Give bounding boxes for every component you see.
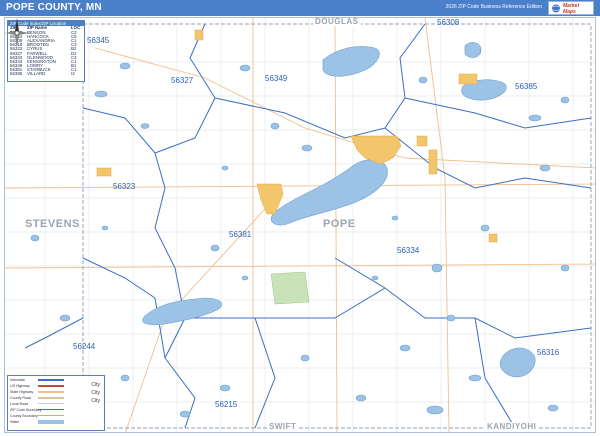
table-row: 56385 VILLARD I2	[8, 71, 84, 77]
county-label-swift: SWIFT	[267, 422, 299, 431]
zip-label-56334: 56334	[397, 246, 420, 255]
zip-label-56323: 56323	[113, 182, 136, 191]
legend-label: Interstate	[10, 378, 25, 382]
legend-swatch	[38, 403, 64, 404]
compass-rose-icon	[5, 18, 29, 48]
map-title: POPE COUNTY, MN	[6, 2, 102, 13]
zip-label-56385: 56385	[515, 82, 538, 91]
name-cell: VILLARD	[27, 71, 46, 77]
loc-cell: I2	[71, 71, 75, 77]
legend-label: Local Road	[10, 402, 29, 406]
legend-label: State Highway	[10, 390, 34, 394]
legend-swatch	[38, 385, 64, 387]
edition-note: 2026 ZIP Code Business Reference Edition	[445, 4, 542, 10]
zip-label-56244: 56244	[73, 342, 96, 351]
title-bar: POPE COUNTY, MN 2026 ZIP Code Business R…	[0, 0, 600, 16]
county-label-douglas: DOUGLAS	[313, 17, 361, 26]
county-label-pope: POPE	[323, 218, 356, 230]
county-label-kandiyohi: KANDIYOHI	[485, 422, 539, 431]
zip-label-56215: 56215	[215, 400, 238, 409]
brand-name: Market Maps	[563, 3, 580, 15]
state-park	[270, 271, 310, 305]
zip-label-56349: 56349	[265, 74, 288, 83]
zip-label-56316: 56316	[537, 348, 560, 357]
legend-label: County Boundary	[10, 414, 38, 418]
map-drawing	[5, 18, 595, 432]
map-legend: Interstate US Highway State Highway Coun…	[7, 375, 105, 431]
zip-label-56345: 56345	[87, 36, 110, 45]
lake-minnewaska	[270, 159, 388, 226]
legend-label: Water	[10, 420, 20, 424]
legend-city: City	[91, 390, 100, 396]
legend-swatch	[38, 379, 64, 381]
legend-swatch	[38, 415, 64, 416]
brand-globe-icon	[552, 4, 560, 13]
map-canvas[interactable]: STEVENS POPE DOUGLAS SWIFT KANDIYOHI 563…	[4, 17, 596, 433]
brand-logo: Market Maps	[548, 1, 594, 15]
legend-swatch	[38, 391, 64, 393]
legend-swatch	[38, 409, 64, 410]
lakes	[30, 42, 570, 418]
lake-west	[142, 297, 222, 326]
legend-swatch	[38, 397, 64, 399]
map-page: POPE COUNTY, MN 2026 ZIP Code Business R…	[0, 0, 600, 436]
zip-cell: 56385	[10, 71, 23, 77]
legend-swatch	[38, 420, 64, 424]
urban-glenwood	[350, 135, 402, 165]
legend-label: ZIP Code Boundary	[10, 408, 42, 412]
legend-label: County Road	[10, 396, 31, 400]
zip-label-56381: 56381	[229, 230, 252, 239]
zip-label-56327: 56327	[171, 76, 194, 85]
legend-city: City	[91, 398, 100, 404]
zip-label-56308: 56308	[437, 18, 460, 27]
legend-city: City	[91, 382, 100, 388]
county-label-stevens: STEVENS	[25, 218, 80, 230]
legend-label: US Highway	[10, 384, 30, 388]
